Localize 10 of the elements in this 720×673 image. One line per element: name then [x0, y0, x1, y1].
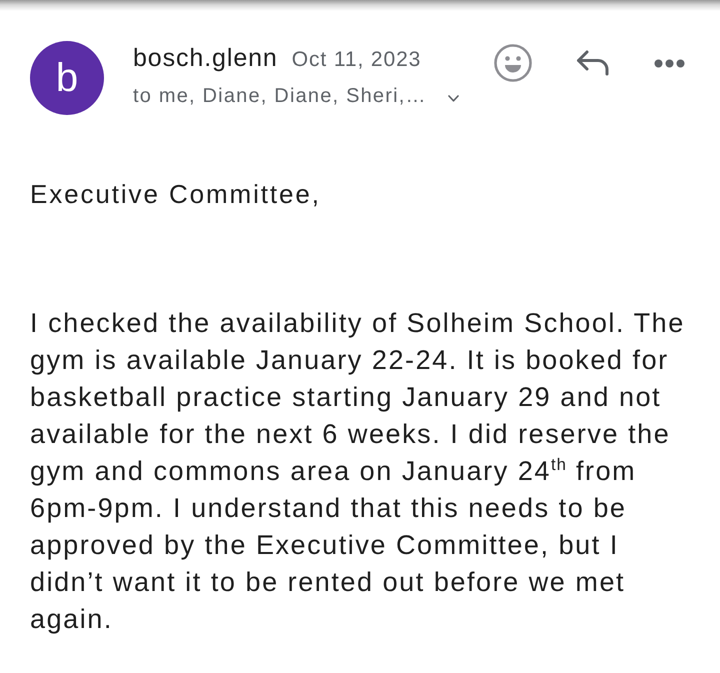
smiley-face-icon[interactable] [494, 44, 532, 82]
reply-icon[interactable] [576, 50, 610, 76]
more-options-icon[interactable] [654, 58, 685, 68]
greeting-text: Executive Committee, [30, 179, 322, 210]
date: Oct 11, 2023 [292, 48, 422, 72]
avatar: b [30, 41, 104, 115]
message-body: I checked the availability of Solheim School. The gym is available January 22-24. It is booked for basketball practice starting January 29 and not available for the next 6 weeks. I did reserve the gym and commons area on January 24$^{th}$ from 6pm-9pm. I understand that this needs to be approved by the Executive Committee, but I didn’t want it to be rented out before we met again. [30, 307, 686, 636]
recipients: to me, Diane, Diane, Sheri,… [133, 85, 427, 108]
sender-name: bosch.glenn [133, 44, 278, 73]
chevron-down-icon[interactable] [448, 94, 459, 102]
